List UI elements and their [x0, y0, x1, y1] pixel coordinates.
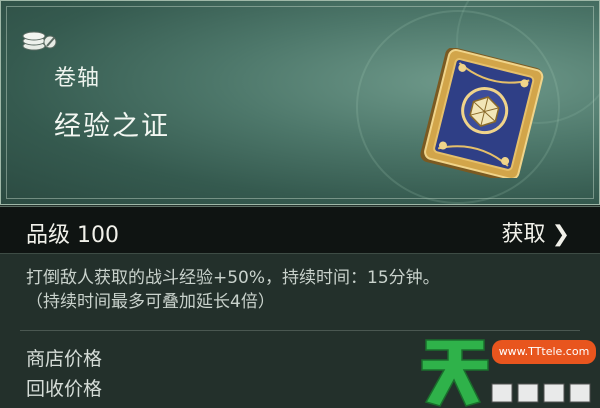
shop-price-label: 商店价格 — [26, 348, 103, 370]
description-line-1: 打倒敌人获取的战斗经验+50%，持续时间：15分钟。 — [26, 268, 440, 288]
chevron-right-icon: ❯ — [551, 222, 570, 247]
item-description: 打倒敌人获取的战斗经验+50%，持续时间：15分钟。 （持续时间最多可叠加延长4… — [26, 266, 586, 314]
recycle-price-label: 回收价格 — [26, 378, 103, 400]
grade-bar: 品级 100 获取 ❯ — [0, 206, 600, 254]
item-header: 卷轴 经验之证 — [0, 0, 600, 205]
watermark-url: www.TTtele.com — [492, 340, 596, 364]
ornate-card-icon — [420, 48, 544, 178]
coin-stack-icon — [22, 31, 57, 51]
item-category: 卷轴 — [54, 66, 101, 91]
obtain-button[interactable]: 获取 ❯ — [502, 216, 570, 248]
item-tooltip-panel: 卷轴 经验之证 品级 100 获取 ❯ 打倒敌人获取的战斗经验+50%，持续时间… — [0, 0, 600, 408]
description-line-2: （持续时间最多可叠加延长4倍） — [26, 292, 275, 312]
item-name: 经验之证 — [54, 111, 170, 142]
obtain-label: 获取 — [501, 222, 546, 247]
item-grade: 品级 100 — [26, 223, 119, 248]
